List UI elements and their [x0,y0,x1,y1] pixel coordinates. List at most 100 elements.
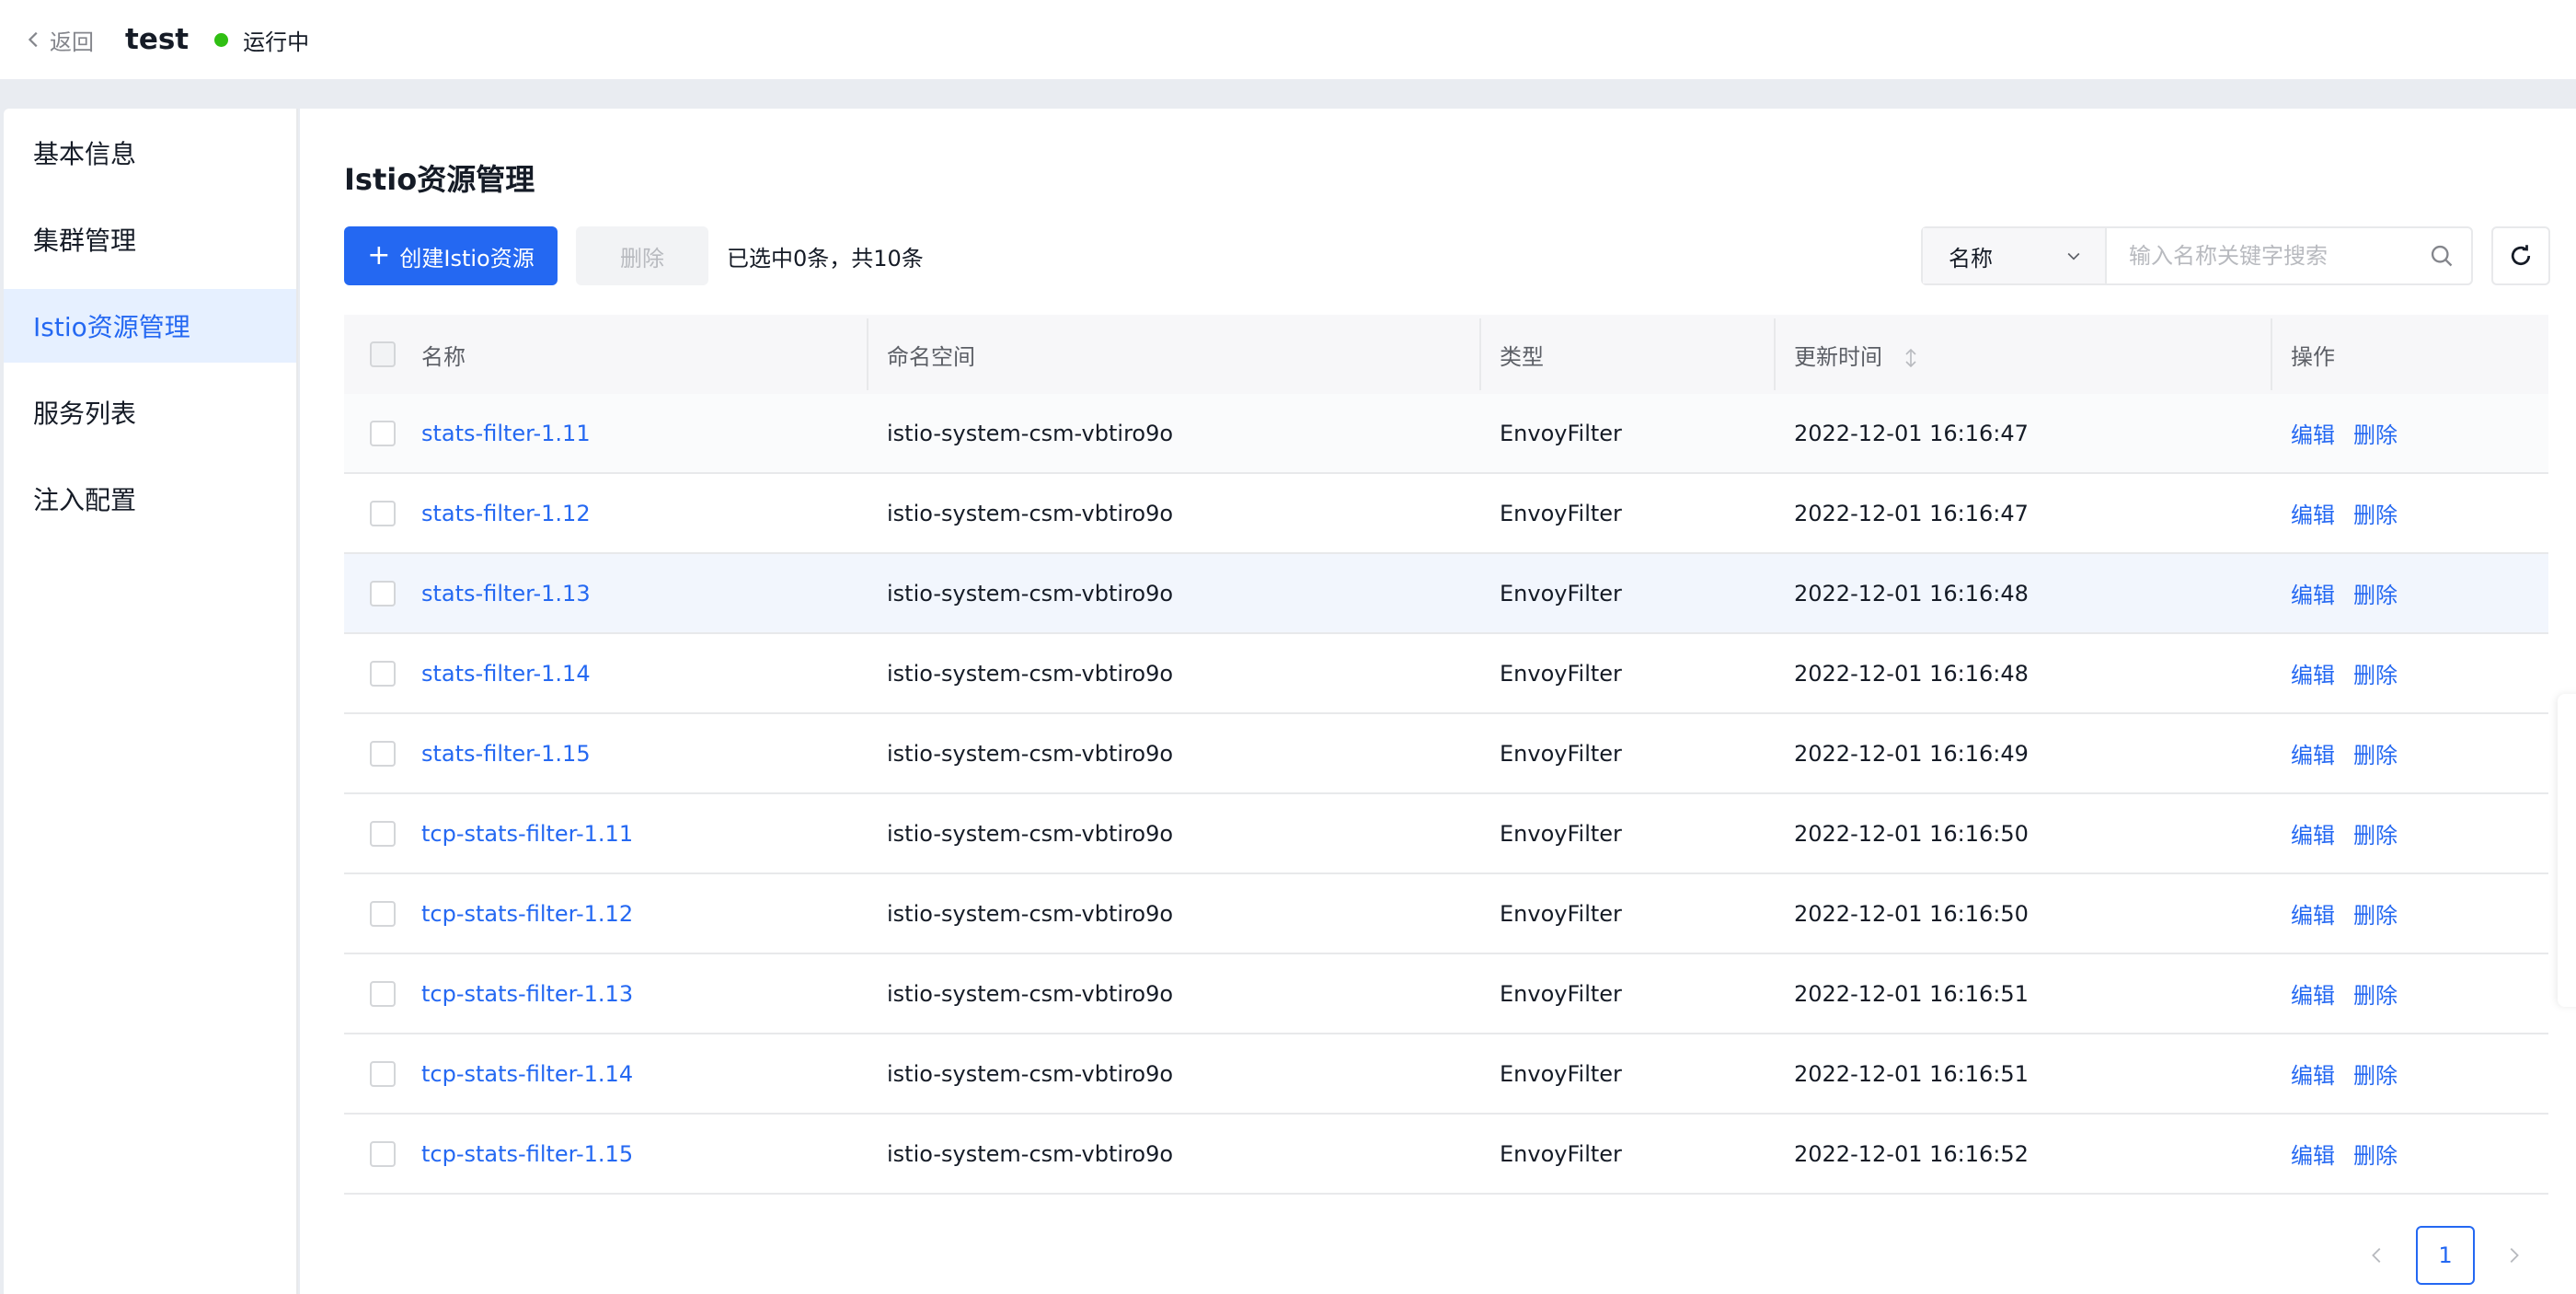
edit-link[interactable]: 编辑 [2291,663,2335,688]
row-checkbox[interactable] [370,740,396,767]
edit-link[interactable]: 编辑 [2291,823,2335,849]
delete-link[interactable]: 删除 [2353,583,2398,608]
edit-link[interactable]: 编辑 [2291,983,2335,1009]
resource-name-cell: tcp-stats-filter-1.11 [421,821,887,847]
row-checkbox[interactable] [370,1140,396,1167]
resource-name-cell: stats-filter-1.15 [421,741,887,767]
status-dot-icon [214,32,229,47]
resource-name-link[interactable]: tcp-stats-filter-1.11 [421,821,633,847]
create-istio-resource-button[interactable]: + 创建Istio资源 [344,226,558,285]
sidebar-item-injection-config[interactable]: 注入配置 [4,462,296,536]
top-header: 返回 test 运行中 [0,0,2576,79]
back-button[interactable]: 返回 [24,24,94,56]
delete-link[interactable]: 删除 [2353,663,2398,688]
prev-page-button[interactable] [2359,1226,2396,1285]
batch-delete-button[interactable]: 删除 [576,226,708,285]
resource-name-link[interactable]: stats-filter-1.11 [421,421,591,446]
column-divider[interactable] [1479,318,1481,390]
search-box: 名称 [1921,226,2473,285]
refresh-button[interactable] [2491,226,2550,285]
sidebar-item-service-list[interactable]: 服务列表 [4,375,296,449]
row-checkbox[interactable] [370,900,396,927]
resource-name-link[interactable]: stats-filter-1.13 [421,581,591,607]
delete-link[interactable]: 删除 [2353,503,2398,528]
resource-name-cell: stats-filter-1.12 [421,501,887,526]
table-row: tcp-stats-filter-1.11 istio-system-csm-vb… [344,794,2548,874]
page-number-button[interactable]: 1 [2416,1226,2475,1285]
row-select-cell [344,740,421,767]
resource-name-cell: stats-filter-1.14 [421,661,887,687]
column-header-update-time[interactable]: 更新时间 [1794,339,2291,371]
resource-name-link[interactable]: stats-filter-1.15 [421,741,591,767]
edit-link[interactable]: 编辑 [2291,1143,2335,1169]
edit-link[interactable]: 编辑 [2291,583,2335,608]
delete-link[interactable]: 删除 [2353,983,2398,1009]
search-field-select[interactable]: 名称 [1923,228,2107,283]
row-select-cell [344,900,421,927]
resource-name-cell: stats-filter-1.13 [421,581,887,607]
actions-cell: 编辑 删除 [2291,897,2548,930]
actions-cell: 编辑 删除 [2291,1138,2548,1170]
delete-link[interactable]: 删除 [2353,1063,2398,1089]
row-select-cell [344,580,421,607]
row-checkbox[interactable] [370,980,396,1007]
delete-link[interactable]: 删除 [2353,422,2398,448]
delete-link[interactable]: 删除 [2353,743,2398,768]
resource-name-link[interactable]: stats-filter-1.14 [421,661,591,687]
row-checkbox[interactable] [370,820,396,847]
next-page-button[interactable] [2495,1226,2532,1285]
sidebar-item-cluster-management[interactable]: 集群管理 [4,202,296,276]
type-cell: EnvoyFilter [1500,740,1622,767]
delete-button-label: 删除 [620,245,664,272]
column-divider[interactable] [2271,318,2272,390]
resource-name-link[interactable]: tcp-stats-filter-1.13 [421,981,633,1007]
chevron-left-icon [2372,1248,2381,1263]
sidebar-item-label: Istio资源管理 [33,312,190,342]
column-divider[interactable] [1774,318,1776,390]
edit-link[interactable]: 编辑 [2291,1063,2335,1089]
resource-name-link[interactable]: stats-filter-1.12 [421,501,591,526]
chevron-right-icon [2510,1248,2519,1263]
sidebar-item-label: 服务列表 [33,399,137,429]
sidebar-item-basic-info[interactable]: 基本信息 [4,116,296,190]
namespace-cell: istio-system-csm-vbtiro9o [887,820,1174,847]
resource-name-link[interactable]: tcp-stats-filter-1.14 [421,1061,633,1087]
resource-name-link[interactable]: tcp-stats-filter-1.15 [421,1141,633,1167]
row-checkbox[interactable] [370,1060,396,1087]
row-checkbox[interactable] [370,420,396,446]
sidebar-item-label: 集群管理 [33,225,137,256]
edit-link[interactable]: 编辑 [2291,743,2335,768]
type-cell: EnvoyFilter [1500,900,1622,927]
column-divider[interactable] [867,318,868,390]
sidebar-item-label: 注入配置 [33,485,137,515]
update-time-cell: 2022-12-01 16:16:47 [1794,500,2029,526]
delete-link[interactable]: 删除 [2353,823,2398,849]
type-cell: EnvoyFilter [1500,980,1622,1007]
delete-link[interactable]: 删除 [2353,1143,2398,1169]
sort-icon[interactable] [1904,347,1917,369]
resource-table: 名称 命名空间 类型 更新时间 操作 stats-filter-1.11 isti… [344,315,2548,1195]
resource-name-cell: tcp-stats-filter-1.12 [421,901,887,927]
type-cell: EnvoyFilter [1500,580,1622,607]
update-time-cell: 2022-12-01 16:16:50 [1794,820,2029,847]
row-checkbox[interactable] [370,580,396,607]
table-header: 名称 命名空间 类型 更新时间 操作 [344,315,2548,394]
delete-link[interactable]: 删除 [2353,903,2398,929]
edit-link[interactable]: 编辑 [2291,503,2335,528]
row-checkbox[interactable] [370,500,396,526]
main-panel: Istio资源管理 + 创建Istio资源 删除 已选中0条，共10条 名称 名 [300,109,2576,1294]
sidebar-item-istio-resource-management[interactable]: Istio资源管理 [4,289,296,363]
edit-link[interactable]: 编辑 [2291,903,2335,929]
namespace-cell: istio-system-csm-vbtiro9o [887,660,1174,687]
side-float-toolbar[interactable] [2558,694,2576,1007]
back-label: 返回 [50,29,94,55]
sidebar-item-label: 基本信息 [33,139,137,169]
table-row: stats-filter-1.12 istio-system-csm-vbtiro… [344,474,2548,554]
row-checkbox[interactable] [370,660,396,687]
search-input[interactable] [2107,228,2412,283]
select-all-checkbox[interactable] [370,341,396,367]
status-label: 运行中 [243,29,310,55]
edit-link[interactable]: 编辑 [2291,422,2335,448]
search-icon[interactable] [2412,228,2471,283]
resource-name-link[interactable]: tcp-stats-filter-1.12 [421,901,633,927]
